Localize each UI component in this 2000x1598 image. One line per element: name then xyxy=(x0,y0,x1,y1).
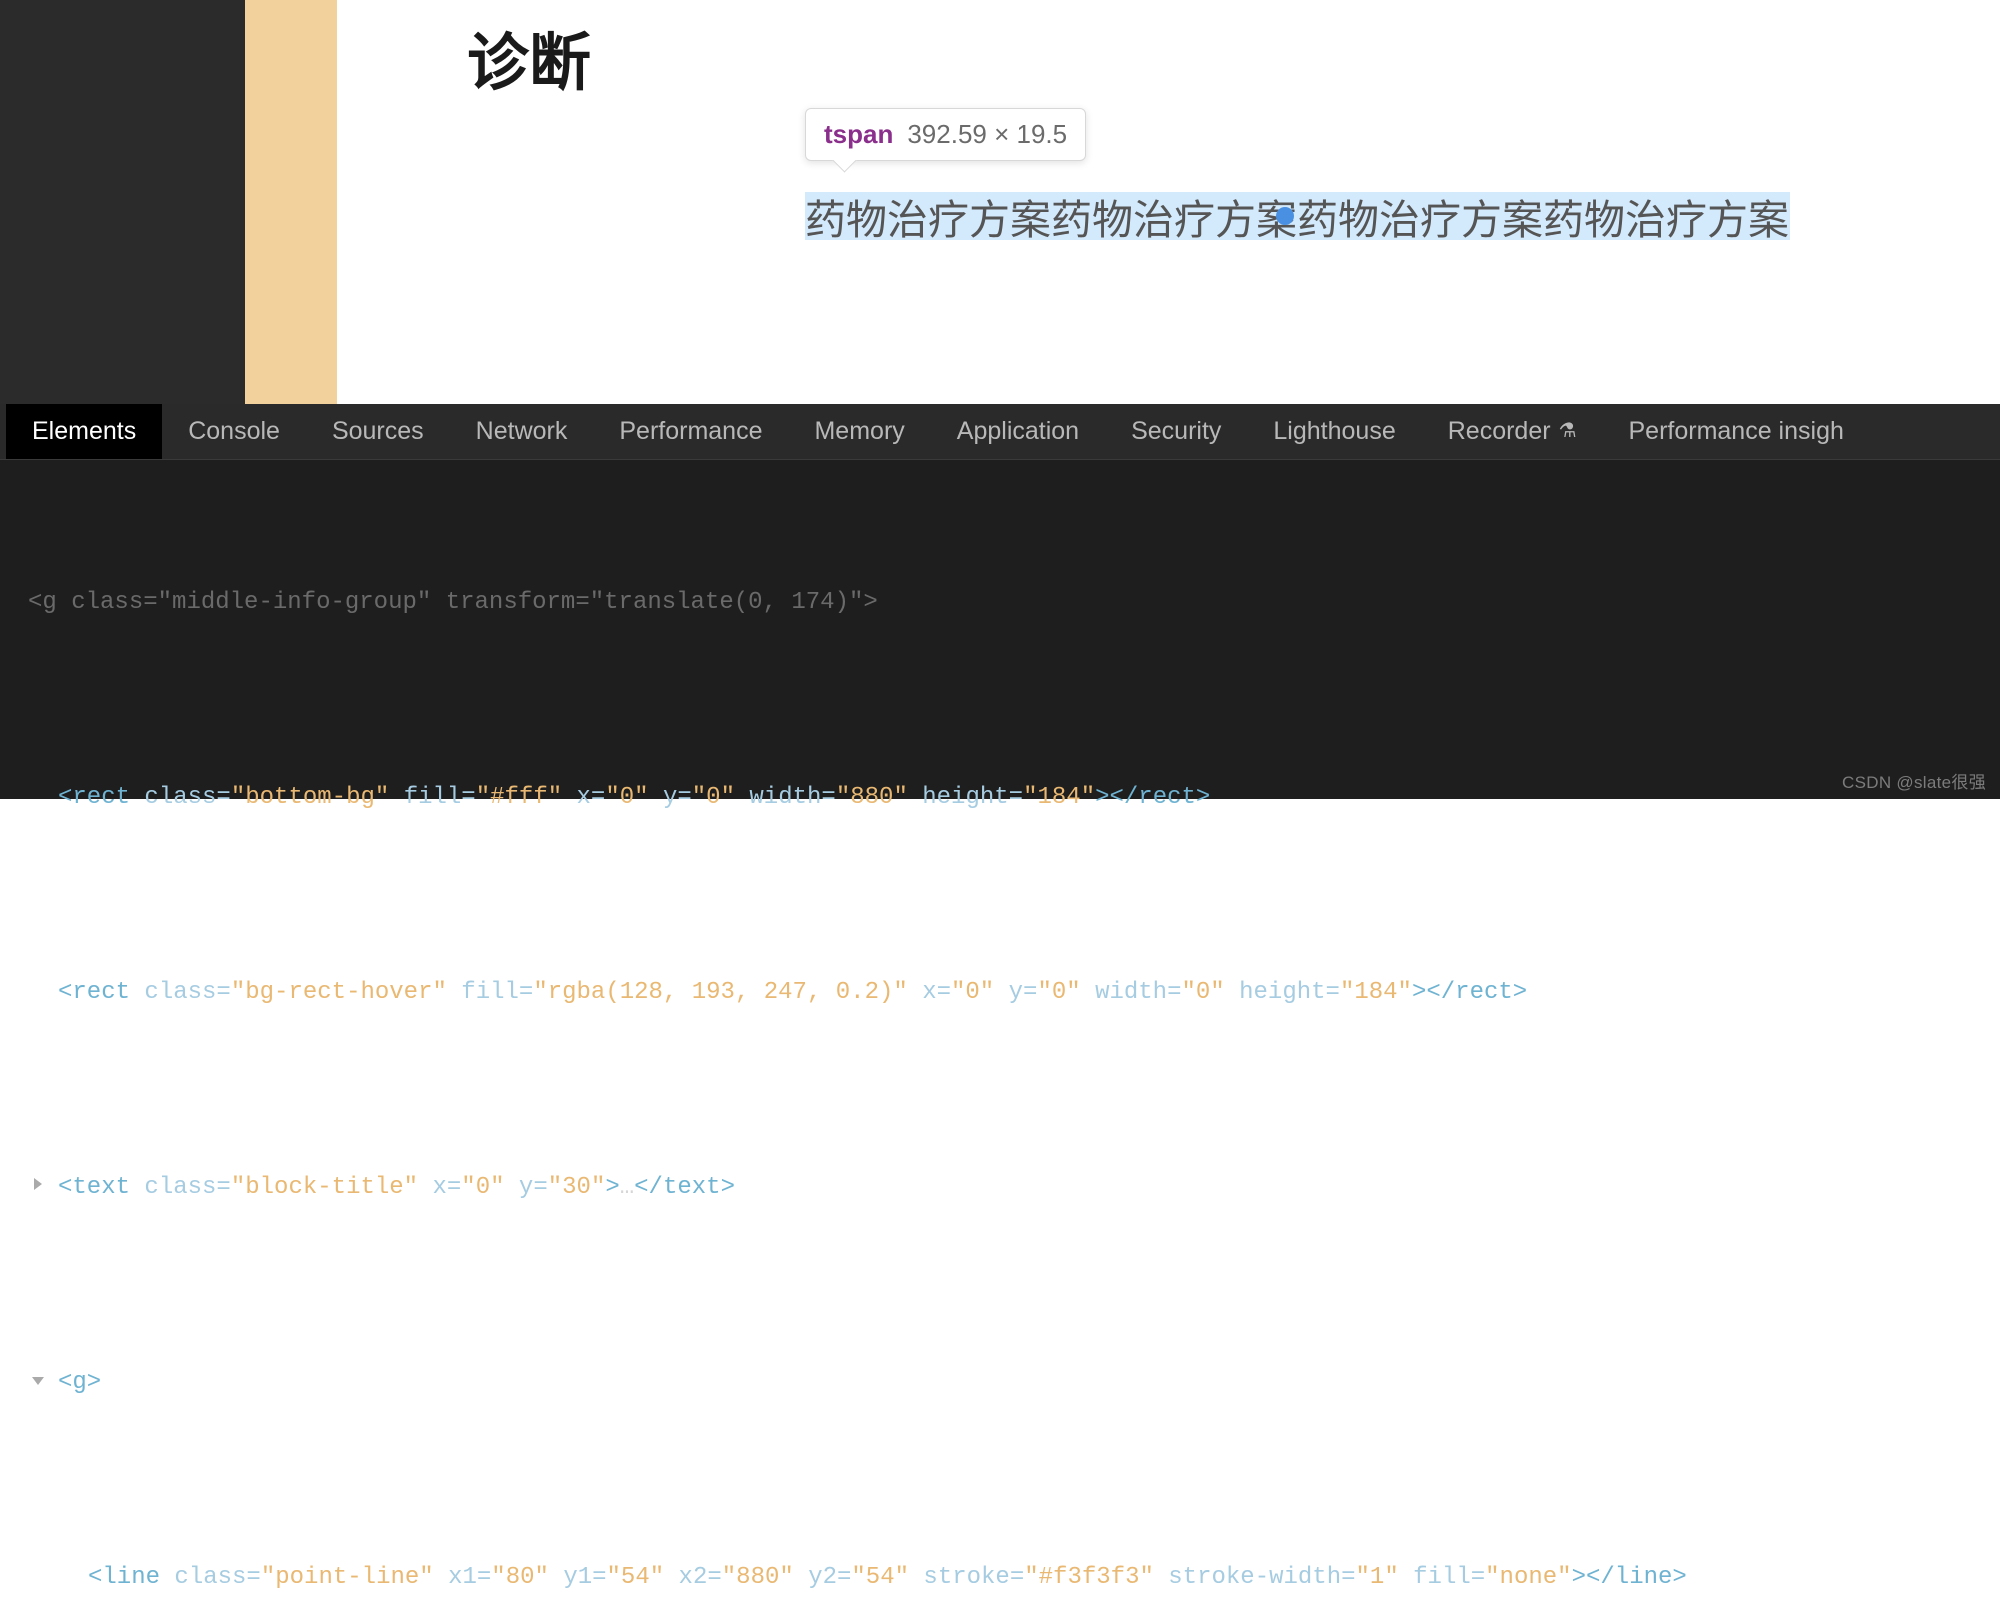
tab-recorder[interactable]: Recorder ⚗ xyxy=(1422,404,1603,459)
tab-lighthouse[interactable]: Lighthouse xyxy=(1247,404,1421,459)
tooltip-tagname: tspan xyxy=(824,119,893,150)
tab-performance[interactable]: Performance xyxy=(593,404,788,459)
tab-memory[interactable]: Memory xyxy=(788,404,930,459)
sidebar-tan xyxy=(245,0,337,404)
tab-console[interactable]: Console xyxy=(162,404,306,459)
content-area: 诊断 tspan 392.59 × 19.5 药物治疗方案药物治疗方案药物治疗方… xyxy=(337,0,2000,404)
dom-node-g-middle[interactable]: <g class="middle-info-group" transform="… xyxy=(0,583,2000,622)
collapse-icon[interactable] xyxy=(32,1377,44,1385)
highlighted-element: 药物治疗方案药物治疗方案药物治疗方案药物治疗方案 xyxy=(805,192,2000,240)
beaker-icon: ⚗ xyxy=(1559,418,1577,443)
sidebar-dark xyxy=(0,0,245,404)
tab-elements[interactable]: Elements xyxy=(6,404,162,459)
expand-icon[interactable] xyxy=(34,1178,42,1190)
caret-indicator xyxy=(1276,207,1294,225)
dom-node-g[interactable]: <g> xyxy=(0,1363,2000,1402)
dom-node-rect-bottom-bg[interactable]: <rect class="bottom-bg" fill="#fff" x="0… xyxy=(0,778,2000,817)
elements-tree[interactable]: <g class="middle-info-group" transform="… xyxy=(0,460,2000,1598)
tab-recorder-label: Recorder xyxy=(1448,417,1551,446)
watermark: CSDN @slate很强 xyxy=(1842,768,1986,793)
devtools-panel: Elements Console Sources Network Perform… xyxy=(0,404,2000,799)
tab-security[interactable]: Security xyxy=(1105,404,1247,459)
tab-sources[interactable]: Sources xyxy=(306,404,450,459)
tab-application[interactable]: Application xyxy=(931,404,1105,459)
dom-node-rect-hover[interactable]: <rect class="bg-rect-hover" fill="rgba(1… xyxy=(0,973,2000,1012)
tab-network[interactable]: Network xyxy=(450,404,594,459)
dom-node-text-block-title[interactable]: <text class="block-title" x="0" y="30">…… xyxy=(0,1168,2000,1207)
block-title: 诊断 xyxy=(467,30,2000,98)
element-tooltip: tspan 392.59 × 19.5 xyxy=(805,108,1086,161)
highlighted-text: 药物治疗方案药物治疗方案药物治疗方案药物治疗方案 xyxy=(805,186,1789,246)
dom-node-line-point[interactable]: <line class="point-line" x1="80" y1="54"… xyxy=(0,1558,2000,1597)
tab-performance-insights[interactable]: Performance insigh xyxy=(1603,404,1870,459)
page-preview: 诊断 tspan 392.59 × 19.5 药物治疗方案药物治疗方案药物治疗方… xyxy=(0,0,2000,404)
devtools-tabbar: Elements Console Sources Network Perform… xyxy=(0,404,2000,460)
tooltip-dimensions: 392.59 × 19.5 xyxy=(907,119,1067,150)
